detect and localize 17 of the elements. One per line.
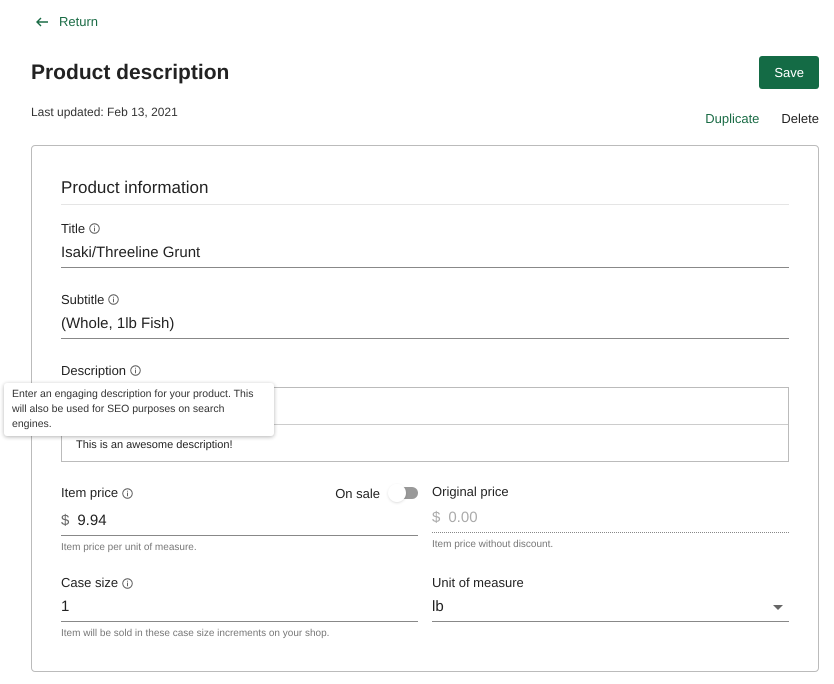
field-label: Case size [61,575,118,591]
field-label: Original price [432,484,509,500]
page-title: Product description [31,60,230,86]
field-label: Unit of measure [432,575,524,591]
help-text: Item will be sold in these case size increments on your shop. [61,627,330,641]
description-text: This is an awesome description! [76,438,233,450]
last-updated-text: Last updated: Feb 13, 2021 [31,104,178,121]
on-sale-label: On sale [335,484,380,502]
tooltip: Enter an engaging description for your product. This will also be used for SEO purposes on search engines. [4,382,274,436]
field-label: Title [61,220,86,236]
help-text: Item price without discount. [432,538,554,552]
field-label: Subtitle [61,292,104,308]
original-price-field: $ 0.00 [432,502,789,532]
help-text: Item price per unit of measure. [61,541,198,555]
field-label: Description [61,362,126,378]
field-label: Item price [61,485,118,502]
section-title: Product information [61,176,789,204]
